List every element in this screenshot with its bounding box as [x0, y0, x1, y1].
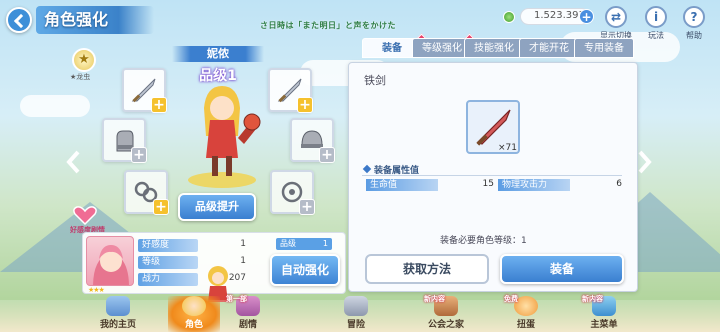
add-currency-button[interactable]: +	[579, 9, 594, 24]
character-name: 妮侬	[172, 46, 264, 62]
help-label: 帮助	[686, 31, 702, 40]
new-tag: 第一部	[226, 295, 247, 303]
gameplay-label: 玩法	[648, 31, 664, 40]
equip-slot-2[interactable]: +	[268, 68, 313, 113]
next-character-icon[interactable]	[636, 150, 652, 174]
nav-label: 主菜单	[590, 320, 618, 330]
new-tag: 新内容	[582, 295, 603, 303]
attr-physical-attack: 物理攻击力 6	[498, 179, 628, 192]
tab-exclusive-equipment[interactable]: 专用装备	[574, 38, 634, 58]
stat-label: 战力	[138, 273, 198, 286]
nav-label: 剧情	[238, 320, 257, 330]
equip-slot-1[interactable]: +	[122, 68, 167, 113]
stat-value: 1	[240, 256, 246, 266]
nav-label: 冒险	[346, 320, 365, 330]
star-rank-label: ★龙虫	[70, 73, 91, 81]
add-icon: +	[297, 97, 313, 113]
gem-icon	[503, 11, 515, 23]
attribute-header-label: 装备属性值	[374, 166, 420, 176]
rank-badge: 品级 1	[276, 238, 332, 250]
rank-up-button[interactable]: 品级提升	[178, 193, 256, 221]
attr-value: 6	[616, 179, 622, 189]
nav-label: 公会之家	[427, 320, 464, 330]
nav-guild-house[interactable]: 新内容 公会之家	[420, 295, 472, 332]
nav-story[interactable]: 第一部 剧情	[222, 295, 274, 332]
equip-slot-3[interactable]: +	[102, 118, 147, 163]
display-switch-button[interactable]: ⇄ 显示切换	[600, 6, 632, 41]
gameplay-button[interactable]: i 玩法	[640, 6, 672, 41]
portrait-stars: ★★★	[88, 286, 105, 294]
back-button[interactable]	[6, 7, 32, 33]
help-button[interactable]: ? 帮助	[678, 6, 710, 41]
page-title: 角色强化	[36, 6, 154, 34]
add-icon: +	[319, 147, 335, 163]
nav-gacha[interactable]: 免费 扭蛋	[500, 295, 552, 332]
castle-icon	[106, 296, 130, 316]
tab-talent-bloom[interactable]: 才能开花	[519, 38, 579, 58]
character-sprite	[188, 86, 261, 188]
nav-home[interactable]: 我的主页	[92, 296, 144, 332]
add-icon: +	[131, 147, 147, 163]
attr-value: 15	[482, 179, 494, 189]
acquire-method-button[interactable]: 获取方法	[365, 254, 489, 284]
portrait-image	[93, 245, 129, 285]
info-icon: i	[645, 6, 667, 28]
attr-hp: 生命值 15	[366, 179, 496, 192]
stat-label: 好感度	[138, 239, 198, 252]
character-portrait[interactable]	[86, 236, 134, 286]
notice-text: さ日時は「また明日」と声をかけた	[260, 21, 396, 30]
nav-character[interactable]: 角色	[168, 296, 220, 332]
nav-label: 我的主页	[99, 320, 136, 330]
nav-adventure[interactable]: 冒险	[330, 296, 382, 332]
rank-badge-value: 1	[322, 239, 328, 248]
equip-button[interactable]: 装备	[500, 254, 624, 284]
tab-level-enhance[interactable]: 等级强化	[412, 38, 472, 58]
required-level-text: 装备必要角色等级：1	[440, 236, 527, 246]
cloud	[20, 95, 90, 117]
character-icon	[182, 296, 206, 316]
star-rank-icon[interactable]: ★	[72, 48, 96, 72]
currency-value: 1.523.393	[534, 10, 585, 21]
nav-main-menu[interactable]: 新内容 主菜单	[578, 295, 630, 332]
add-icon: +	[153, 199, 169, 215]
attr-label: 生命值	[366, 179, 438, 191]
auto-enhance-button[interactable]: 自动强化	[270, 254, 340, 286]
item-count: ×71	[498, 143, 517, 153]
equip-slot-5[interactable]: +	[124, 170, 169, 215]
prev-character-icon[interactable]	[66, 150, 82, 174]
stat-favor: 好感度 1	[138, 239, 246, 253]
swap-icon: ⇄	[605, 6, 627, 28]
heart-icon[interactable]	[72, 205, 98, 225]
equip-slot-4[interactable]: +	[290, 118, 335, 163]
nav-label: 角色	[184, 320, 203, 330]
new-tag: 新内容	[424, 295, 445, 303]
stat-label: 等级	[138, 256, 198, 269]
tab-skill-enhance[interactable]: 技能强化	[464, 38, 524, 58]
item-name: 铁剑	[364, 74, 386, 87]
equip-slot-6[interactable]: +	[270, 170, 315, 215]
nav-label: 扭蛋	[516, 320, 535, 330]
add-icon: +	[299, 199, 315, 215]
help-icon: ?	[683, 6, 705, 28]
attribute-header: 装备属性值	[362, 163, 622, 176]
stat-value: 1	[240, 239, 246, 249]
diamond-icon	[362, 164, 372, 174]
new-tag: 免费	[504, 295, 518, 303]
rank-badge-label: 品级	[280, 239, 296, 248]
sword-icon	[344, 296, 368, 316]
add-icon: +	[151, 97, 167, 113]
attr-label: 物理攻击力	[498, 179, 570, 191]
